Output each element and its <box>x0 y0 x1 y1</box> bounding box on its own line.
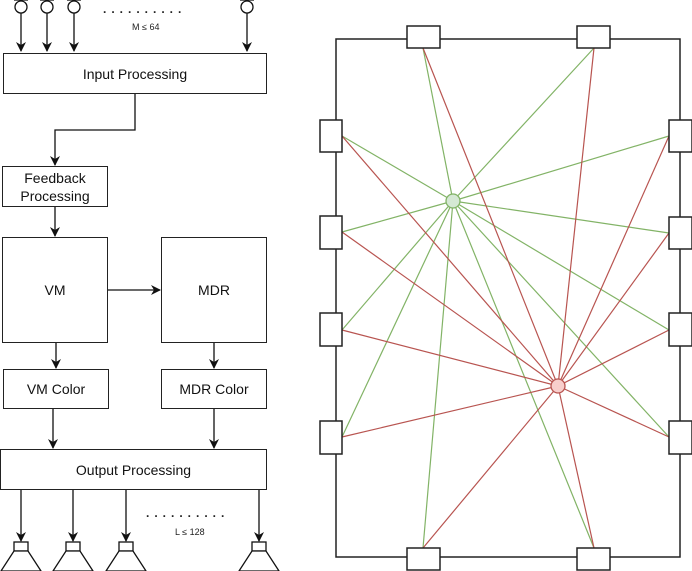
speaker-left-2 <box>319 215 343 250</box>
speaker-right-4 <box>668 420 692 455</box>
red-source-ray-top-1 <box>422 47 559 387</box>
microphone-icon <box>67 0 81 52</box>
input-processing-box: Input Processing <box>3 53 267 94</box>
green-source-ray-bottom-2 <box>452 200 595 549</box>
green-source-ray-left-2 <box>341 200 454 233</box>
output-processing-box: Output Processing <box>0 449 267 490</box>
green-source-ray-right-3 <box>452 200 670 331</box>
arrow-input-to-feedback <box>50 94 136 166</box>
room-outline <box>335 38 681 558</box>
vm-box: VM <box>2 237 108 343</box>
red-source-ray-right-3 <box>557 329 670 387</box>
speaker-bottom-2 <box>576 547 611 571</box>
vm-color-box: VM Color <box>3 369 109 409</box>
output-ellipsis: .......... <box>146 506 230 520</box>
red-source-ray-bottom-2 <box>557 385 595 549</box>
red-source-ray-right-2 <box>557 232 670 387</box>
microphone-icon <box>14 0 28 52</box>
output-count-label: L ≤ 128 <box>175 527 205 537</box>
speaker-icon <box>52 489 94 571</box>
microphone-icon <box>40 0 54 52</box>
green-source-ray-right-1 <box>452 135 670 202</box>
red-source-ray-right-4 <box>557 385 670 438</box>
green-source-ray-top-2 <box>452 47 595 202</box>
green-source-ray-left-1 <box>341 135 454 202</box>
feedback-processing-box: Feedback Processing <box>2 166 108 207</box>
red-source-ray-bottom-1 <box>422 385 559 549</box>
speaker-top-2 <box>576 25 611 49</box>
red-source-ray-left-3 <box>341 329 559 387</box>
speaker-icon <box>105 489 147 571</box>
green-source-ray-top-1 <box>422 47 454 202</box>
red-source <box>550 378 566 394</box>
red-source-ray-left-1 <box>341 135 559 387</box>
microphone-icon <box>240 0 254 52</box>
room-speakers <box>319 25 692 571</box>
red-source-ray-left-4 <box>341 385 559 438</box>
speaker-top-1 <box>406 25 441 49</box>
green-source-ray-left-4 <box>341 200 454 438</box>
speaker-icon <box>0 489 42 571</box>
speaker-right-1 <box>668 119 692 153</box>
speaker-right-3 <box>668 312 692 347</box>
speaker-right-2 <box>668 216 692 250</box>
input-count-label: M ≤ 64 <box>132 22 160 32</box>
input-ellipsis: .......... <box>103 2 187 16</box>
speaker-icon <box>238 489 280 571</box>
mdr-box: MDR <box>161 237 267 343</box>
source-rays <box>341 47 670 549</box>
red-source-ray-left-2 <box>341 231 559 387</box>
green-source-ray-bottom-1 <box>422 200 454 549</box>
speaker-icons <box>0 489 280 571</box>
green-source-ray-left-3 <box>341 200 454 331</box>
mdr-color-box: MDR Color <box>161 369 267 409</box>
red-source-ray-right-1 <box>557 135 670 387</box>
speaker-left-3 <box>319 312 343 347</box>
green-source <box>445 193 461 209</box>
speaker-bottom-1 <box>406 547 441 571</box>
speaker-left-1 <box>319 119 343 153</box>
speaker-left-4 <box>319 420 343 455</box>
